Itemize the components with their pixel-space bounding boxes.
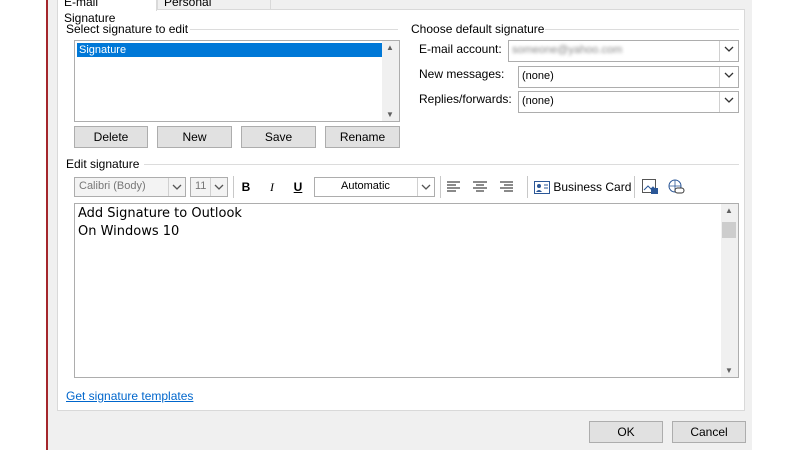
scroll-thumb[interactable]	[722, 222, 736, 238]
email-account-select[interactable]: someone@yahoo.com	[508, 40, 739, 62]
editor-line: On Windows 10	[78, 224, 180, 239]
replies-forwards-value: (none)	[522, 95, 554, 107]
dropdown-button[interactable]	[168, 178, 185, 196]
save-button[interactable]: Save	[241, 126, 316, 148]
business-card-label: Business Card	[553, 180, 632, 194]
insert-hyperlink-icon[interactable]	[668, 179, 685, 195]
chevron-down-icon	[214, 184, 224, 190]
font-select[interactable]: Calibri (Body)	[74, 177, 186, 197]
scroll-down-icon[interactable]: ▼	[725, 366, 733, 375]
chevron-down-icon	[172, 184, 182, 190]
business-card-icon	[534, 181, 550, 194]
toolbar-separator	[233, 176, 234, 198]
chevron-down-icon	[724, 97, 734, 103]
email-account-label: E-mail account:	[419, 42, 502, 56]
delete-button[interactable]: Delete	[74, 126, 148, 148]
replies-forwards-select[interactable]: (none)	[518, 91, 739, 113]
edit-signature-label: Edit signature	[66, 157, 140, 171]
scroll-up-icon[interactable]: ▲	[386, 43, 394, 52]
ok-button[interactable]: OK	[589, 421, 663, 443]
font-size-value: 11	[195, 180, 207, 192]
business-card-button[interactable]: Business Card	[534, 178, 631, 196]
rename-button[interactable]: Rename	[325, 126, 400, 148]
chevron-down-icon	[724, 72, 734, 78]
scroll-up-icon[interactable]: ▲	[725, 206, 733, 215]
new-button[interactable]: New	[157, 126, 232, 148]
font-value: Calibri (Body)	[79, 180, 146, 192]
replies-forwards-label: Replies/forwards:	[419, 92, 512, 106]
default-signature-label: Choose default signature	[411, 22, 545, 36]
signature-list-item[interactable]: Signature	[77, 43, 384, 57]
editor-scrollbar[interactable]: ▲ ▼	[721, 204, 738, 377]
editor-line: Add Signature to Outlook	[78, 206, 242, 221]
cancel-button[interactable]: Cancel	[672, 421, 746, 443]
new-messages-select[interactable]: (none)	[518, 66, 739, 88]
toolbar-separator	[634, 176, 635, 198]
toolbar-separator	[527, 176, 528, 198]
font-color-select[interactable]: Automatic	[314, 177, 435, 197]
new-messages-label: New messages:	[419, 67, 505, 81]
group-divider	[190, 29, 398, 30]
chevron-down-icon	[724, 46, 734, 52]
signature-list[interactable]: Signature ▲ ▼	[74, 40, 400, 122]
toolbar-separator	[440, 176, 441, 198]
signature-list-scrollbar[interactable]: ▲ ▼	[382, 41, 399, 121]
font-color-value: Automatic	[341, 180, 390, 192]
group-divider	[144, 164, 739, 165]
scroll-down-icon[interactable]: ▼	[386, 110, 394, 119]
align-left-icon[interactable]	[446, 181, 462, 193]
dropdown-button[interactable]	[719, 92, 738, 112]
tab-email-signature[interactable]: E-mail Signature	[57, 0, 157, 25]
email-account-value: someone@yahoo.com	[512, 44, 623, 56]
italic-button[interactable]: I	[264, 178, 280, 196]
signature-templates-link[interactable]: Get signature templates	[66, 389, 193, 403]
font-size-select[interactable]: 11	[190, 177, 228, 197]
dropdown-button[interactable]	[719, 41, 738, 61]
new-messages-value: (none)	[522, 70, 554, 82]
dropdown-button[interactable]	[417, 178, 434, 196]
dropdown-button[interactable]	[719, 67, 738, 87]
insert-picture-icon[interactable]	[642, 179, 659, 195]
dropdown-button[interactable]	[210, 178, 227, 196]
align-right-icon[interactable]	[498, 181, 514, 193]
signature-editor[interactable]: Add Signature to Outlook On Windows 10 ▲…	[74, 203, 739, 378]
group-divider	[545, 29, 739, 30]
bold-button[interactable]: B	[238, 178, 254, 196]
chevron-down-icon	[421, 184, 431, 190]
underline-button[interactable]: U	[290, 178, 306, 196]
align-center-icon[interactable]	[472, 181, 488, 193]
